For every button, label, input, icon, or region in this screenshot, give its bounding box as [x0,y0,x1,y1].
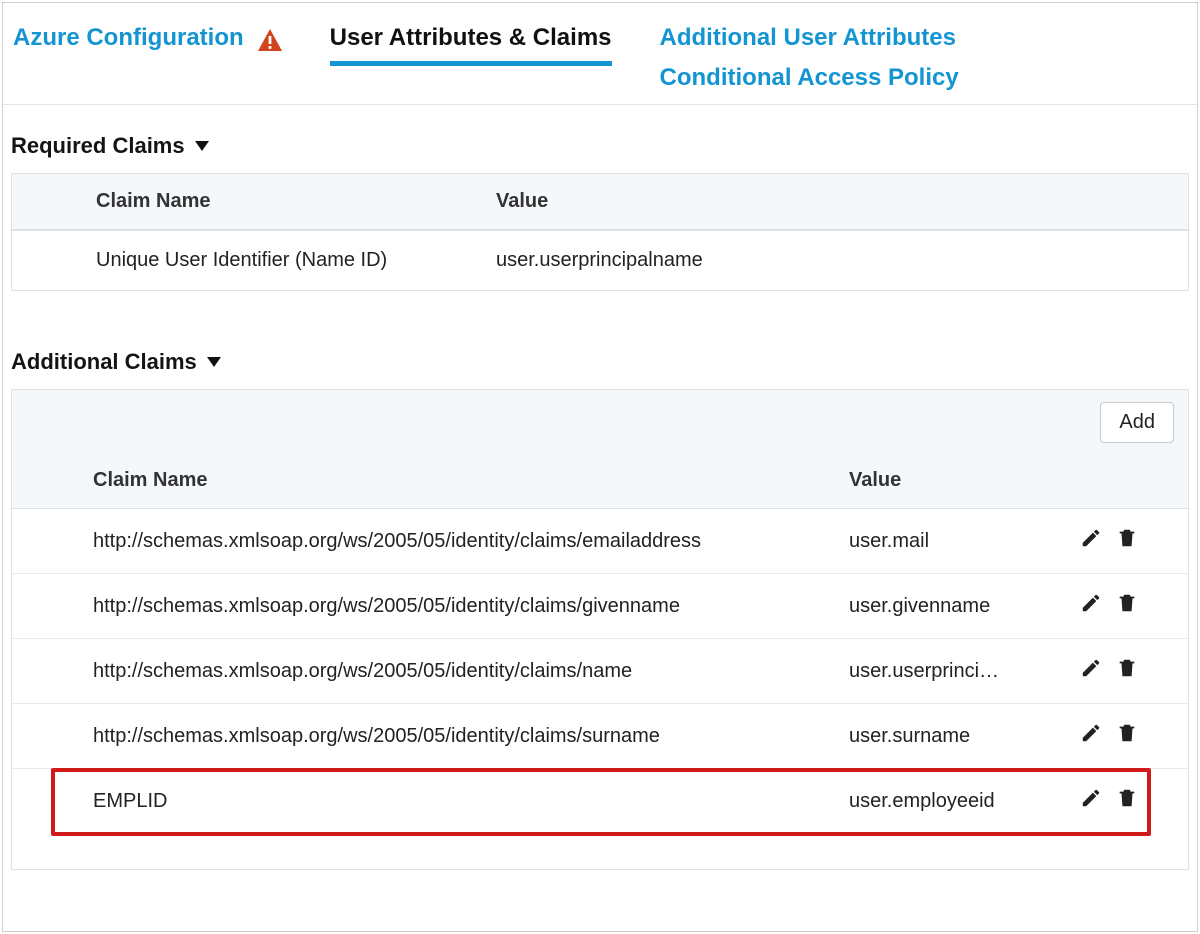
edit-icon[interactable] [1080,657,1102,679]
cell-claim-name: Unique User Identifier (Name ID) [78,230,478,290]
required-claims-table: Claim Name Value Unique User Identifier … [11,173,1189,291]
tab-additional-user-attributes[interactable]: Additional User Attributes [660,21,959,59]
table-header-row: Claim Name Value [12,455,1188,509]
edit-icon[interactable] [1080,787,1102,809]
table-row[interactable]: http://schemas.xmlsoap.org/ws/2005/05/id… [12,704,1188,769]
table-row-highlighted[interactable]: EMPLID user.employeeid [12,769,1188,834]
tab-bar: Azure Configuration User Attributes & Cl… [3,3,1197,105]
required-claims-toggle[interactable]: Required Claims [11,133,209,159]
additional-claims-section: Additional Claims Add Claim Name Va [3,331,1197,870]
table-row[interactable]: http://schemas.xmlsoap.org/ws/2005/05/id… [12,509,1188,574]
caret-down-icon [207,357,221,367]
table-header-row: Claim Name Value [12,174,1188,230]
cell-value: user.employeeid [831,769,1031,834]
table-row[interactable]: Unique User Identifier (Name ID) user.us… [12,230,1188,290]
cell-claim-name: EMPLID [75,769,831,834]
table-row[interactable]: http://schemas.xmlsoap.org/ws/2005/05/id… [12,639,1188,704]
tab-label: Additional User Attributes [660,21,956,55]
col-value: Value [831,455,1031,509]
additional-claims-toggle[interactable]: Additional Claims [11,349,221,375]
col-value: Value [478,174,1188,230]
cell-claim-name: http://schemas.xmlsoap.org/ws/2005/05/id… [75,509,831,574]
warning-icon [258,27,282,49]
additional-claims-table: Claim Name Value http://schemas.xmlsoap.… [12,455,1188,833]
section-heading: Additional Claims [11,349,197,375]
col-claim-name: Claim Name [78,174,478,230]
cell-claim-name: http://schemas.xmlsoap.org/ws/2005/05/id… [75,639,831,704]
additional-claims-toolbar: Add [12,390,1188,455]
caret-down-icon [195,141,209,151]
delete-icon[interactable] [1116,592,1138,614]
delete-icon[interactable] [1116,527,1138,549]
delete-icon[interactable] [1116,722,1138,744]
cell-value: user.surname [831,704,1031,769]
edit-icon[interactable] [1080,592,1102,614]
edit-icon[interactable] [1080,527,1102,549]
cell-value: user.userprincipalname [478,230,1188,290]
additional-claims-panel: Add Claim Name Value http://schem [11,389,1189,870]
add-button[interactable]: Add [1100,402,1174,443]
delete-icon[interactable] [1116,787,1138,809]
tab-conditional-access-policy[interactable]: Conditional Access Policy [660,61,959,105]
cell-value: user.userprinci… [831,639,1031,704]
tab-label: Azure Configuration [13,21,244,55]
tab-label: User Attributes & Claims [330,21,612,55]
section-heading: Required Claims [11,133,185,159]
cell-value: user.givenname [831,574,1031,639]
table-row[interactable]: http://schemas.xmlsoap.org/ws/2005/05/id… [12,574,1188,639]
delete-icon[interactable] [1116,657,1138,679]
edit-icon[interactable] [1080,722,1102,744]
col-claim-name: Claim Name [75,455,831,509]
tab-label: Conditional Access Policy [660,61,959,95]
app-frame: Azure Configuration User Attributes & Cl… [2,2,1198,932]
cell-claim-name: http://schemas.xmlsoap.org/ws/2005/05/id… [75,704,831,769]
cell-claim-name: http://schemas.xmlsoap.org/ws/2005/05/id… [75,574,831,639]
required-claims-section: Required Claims Claim Name Value Unique … [3,105,1197,331]
cell-value: user.mail [831,509,1031,574]
tab-user-attributes-claims[interactable]: User Attributes & Claims [330,21,612,65]
tab-azure-configuration[interactable]: Azure Configuration [13,21,282,65]
tab-group-right: Additional User Attributes Conditional A… [660,21,959,104]
